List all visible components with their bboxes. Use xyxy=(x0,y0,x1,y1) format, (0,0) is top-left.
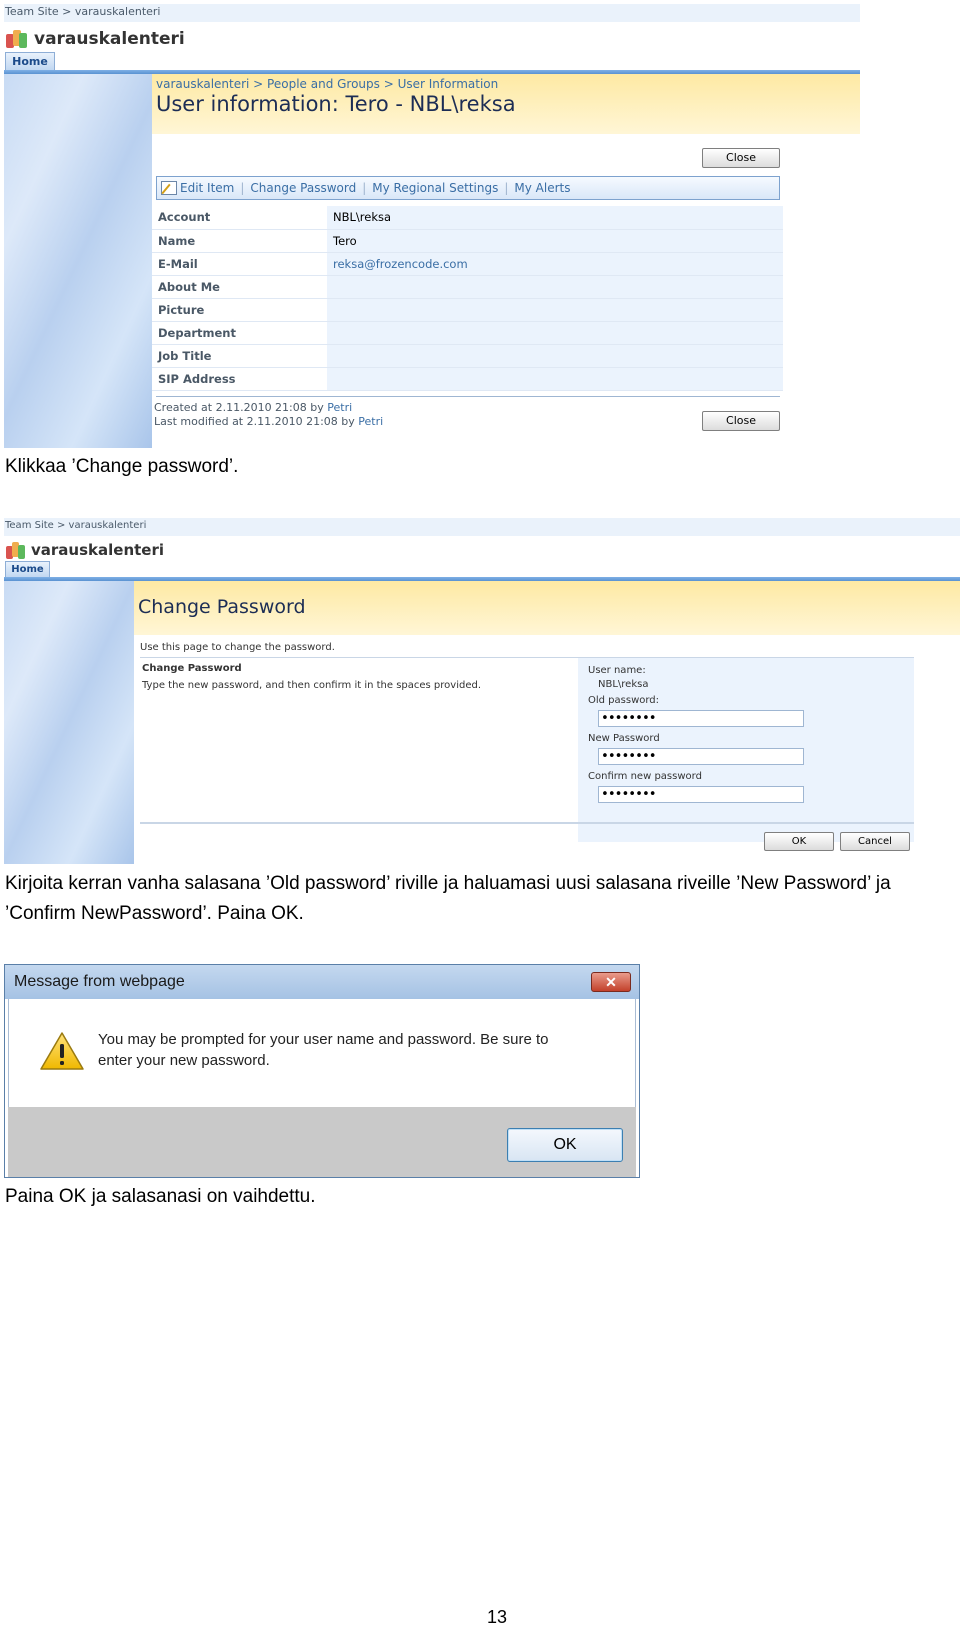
dialog-message-line2: enter your new password. xyxy=(98,1052,270,1069)
site-title[interactable]: varauskalenteri xyxy=(34,28,185,50)
table-row: Name Tero xyxy=(152,229,783,253)
password-form-panel: User name: NBL\reksa Old password: •••••… xyxy=(578,658,914,842)
field-label: E-Mail xyxy=(152,252,327,276)
table-row: SIP Address xyxy=(152,367,783,391)
site-logo-icon xyxy=(6,540,26,560)
caption-done: Paina OK ja salasanasi on vaihdettu. xyxy=(5,1186,316,1207)
divider xyxy=(156,396,780,397)
field-value xyxy=(327,298,783,322)
site-logo-icon xyxy=(6,28,28,50)
edit-item-link[interactable]: Edit Item xyxy=(180,181,234,195)
modified-text: Last modified at 2.11.2010 21:08 by xyxy=(154,415,355,428)
email-link[interactable]: reksa@frozencode.com xyxy=(327,252,783,276)
table-row: Department xyxy=(152,321,783,345)
new-password-input[interactable]: •••••••• xyxy=(598,748,804,765)
confirm-password-input[interactable]: •••••••• xyxy=(598,786,804,803)
top-breadcrumb[interactable]: Team Site > varauskalenteri xyxy=(5,520,146,531)
field-label: Department xyxy=(152,321,327,345)
field-label: SIP Address xyxy=(152,367,327,391)
created-info: Created at 2.11.2010 21:08 by Petri xyxy=(154,401,352,414)
table-row: Job Title xyxy=(152,344,783,368)
screenshot-change-password: Team Site > varauskalenteri varauskalent… xyxy=(4,518,960,864)
dialog-title: Message from webpage xyxy=(14,973,185,990)
page-breadcrumb[interactable]: varauskalenteri > People and Groups > Us… xyxy=(156,77,498,91)
username-value: NBL\reksa xyxy=(598,679,649,690)
field-label: Name xyxy=(152,229,327,253)
screenshot-message-dialog: Message from webpage ✕ You may be prompt… xyxy=(4,964,640,1178)
edit-icon xyxy=(161,181,177,195)
table-row: Picture xyxy=(152,298,783,322)
dialog-body: You may be prompted for your user name a… xyxy=(8,999,636,1107)
page-title: Change Password xyxy=(138,596,306,618)
caption-instructions-line2: ’Confirm NewPassword’. Paina OK. xyxy=(5,903,304,924)
table-row: About Me xyxy=(152,275,783,299)
created-by-link[interactable]: Petri xyxy=(327,401,352,414)
dialog-ok-button[interactable]: OK xyxy=(507,1128,623,1162)
field-value: Tero xyxy=(327,229,783,253)
left-navigation xyxy=(4,74,152,448)
field-label: Account xyxy=(152,206,327,230)
regional-settings-link[interactable]: My Regional Settings xyxy=(372,181,498,195)
page-title: User information: Tero - NBL\reksa xyxy=(156,92,516,116)
table-row: Account NBL\reksa xyxy=(152,206,783,230)
top-breadcrumb[interactable]: Team Site > varauskalenteri xyxy=(5,5,161,18)
section-title: Change Password xyxy=(142,663,242,674)
site-title[interactable]: varauskalenteri xyxy=(31,540,164,560)
close-icon[interactable]: ✕ xyxy=(591,972,631,992)
section-description: Type the new password, and then confirm … xyxy=(142,680,482,691)
top-breadcrumb-bar: Team Site > varauskalenteri xyxy=(4,4,860,22)
page-number: 13 xyxy=(487,1607,508,1627)
top-breadcrumb-bar: Team Site > varauskalenteri xyxy=(4,518,960,536)
field-label: Picture xyxy=(152,298,327,322)
tab-home[interactable]: Home xyxy=(5,52,55,72)
table-row: E-Mail reksa@frozencode.com xyxy=(152,252,783,276)
old-password-label: Old password: xyxy=(588,695,660,706)
ok-button[interactable]: OK xyxy=(764,832,834,851)
dialog-titlebar: Message from webpage ✕ xyxy=(5,965,639,999)
user-info-table: Account NBL\reksa Name Tero E-Mail reksa@fr… xyxy=(152,206,783,391)
field-value xyxy=(327,275,783,299)
left-navigation xyxy=(4,581,134,864)
dialog-message-line1: You may be prompted for your user name a… xyxy=(98,1031,549,1048)
caption-instructions-line1: Kirjoita kerran vanha salasana ’Old pass… xyxy=(5,873,891,894)
field-value xyxy=(327,344,783,368)
intro-text: Use this page to change the password. xyxy=(140,642,335,653)
field-label: About Me xyxy=(152,275,327,299)
created-text: Created at 2.11.2010 21:08 by xyxy=(154,401,324,414)
field-value xyxy=(327,321,783,345)
cancel-button[interactable]: Cancel xyxy=(840,832,910,851)
old-password-input[interactable]: •••••••• xyxy=(598,710,804,727)
modified-info: Last modified at 2.11.2010 21:08 by Petr… xyxy=(154,415,383,428)
change-password-link[interactable]: Change Password xyxy=(250,181,356,195)
close-button-top[interactable]: Close xyxy=(702,148,780,168)
my-alerts-link[interactable]: My Alerts xyxy=(514,181,570,195)
new-password-label: New Password xyxy=(588,733,660,744)
warning-icon xyxy=(40,1032,84,1070)
caption-click-change-password: Klikkaa ’Change password’. xyxy=(5,456,239,477)
confirm-password-label: Confirm new password xyxy=(588,771,702,782)
field-value xyxy=(327,367,783,391)
close-button-bottom[interactable]: Close xyxy=(702,411,780,431)
username-label: User name: xyxy=(588,665,646,676)
modified-by-link[interactable]: Petri xyxy=(358,415,383,428)
user-toolbar: Edit Item | Change Password | My Regiona… xyxy=(156,176,780,200)
screenshot-user-information: Team Site > varauskalenteri varauskalent… xyxy=(4,4,860,448)
field-value: NBL\reksa xyxy=(327,206,783,230)
divider xyxy=(140,822,914,824)
field-label: Job Title xyxy=(152,344,327,368)
